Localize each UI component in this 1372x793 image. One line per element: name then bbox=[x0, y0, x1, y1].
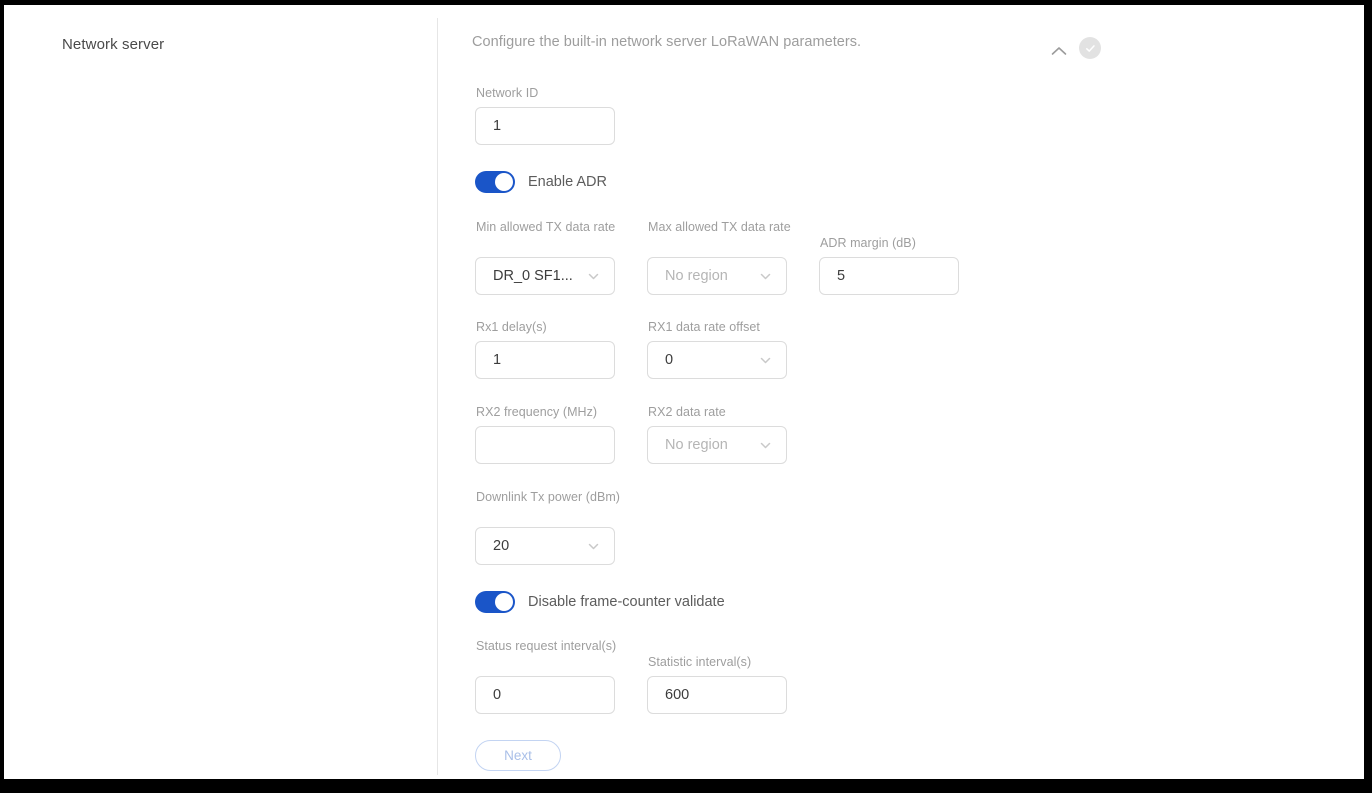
statistic-interval-input[interactable]: 600 bbox=[647, 676, 787, 714]
toggle-knob bbox=[495, 173, 513, 191]
field-downlink-tx-power: Downlink Tx power (dBm) 20 bbox=[475, 489, 625, 567]
status-request-interval-label: Status request interval(s) bbox=[476, 639, 617, 653]
min-tx-data-rate-label: Min allowed TX data rate bbox=[476, 220, 616, 234]
rx1-delay-input[interactable]: 1 bbox=[475, 341, 615, 379]
field-max-tx-data-rate: Max allowed TX data rate No region bbox=[647, 219, 797, 297]
collapse-section-button[interactable] bbox=[1046, 38, 1072, 64]
field-status-request-interval: Status request interval(s) 0 bbox=[475, 638, 625, 716]
section-description: Configure the built-in network server Lo… bbox=[472, 34, 862, 50]
next-button[interactable]: Next bbox=[475, 740, 561, 771]
enable-adr-row: Enable ADR bbox=[475, 171, 735, 195]
rx2-data-rate-label: RX2 data rate bbox=[648, 405, 726, 419]
rx2-data-rate-select[interactable]: No region bbox=[647, 426, 787, 464]
screen-frame: Network server Configure the built-in ne… bbox=[0, 0, 1372, 793]
adr-margin-input[interactable]: 5 bbox=[819, 257, 959, 295]
chevron-down-icon bbox=[760, 273, 771, 280]
status-request-interval-value: 0 bbox=[493, 687, 502, 703]
rx1-delay-label: Rx1 delay(s) bbox=[476, 320, 547, 334]
rx1-data-rate-offset-label: RX1 data rate offset bbox=[648, 320, 760, 334]
disable-frame-counter-toggle[interactable] bbox=[475, 591, 515, 613]
field-rx1-data-rate-offset: RX1 data rate offset 0 bbox=[647, 319, 807, 381]
field-rx2-data-rate: RX2 data rate No region bbox=[647, 404, 797, 466]
field-adr-margin: ADR margin (dB) 5 bbox=[819, 235, 969, 297]
rx2-frequency-label: RX2 frequency (MHz) bbox=[476, 405, 598, 419]
chevron-down-icon bbox=[760, 442, 771, 449]
statistic-interval-value: 600 bbox=[665, 687, 690, 703]
network-id-label: Network ID bbox=[476, 86, 539, 100]
statistic-interval-label: Statistic interval(s) bbox=[648, 655, 752, 669]
sidebar-panel: Network server bbox=[4, 5, 438, 779]
min-tx-data-rate-value: DR_0 SF1... bbox=[493, 268, 573, 284]
check-circle-icon bbox=[1085, 44, 1095, 52]
chevron-up-icon bbox=[1051, 47, 1067, 55]
section-header: Configure the built-in network server Lo… bbox=[438, 34, 1364, 64]
downlink-tx-power-value: 20 bbox=[493, 538, 510, 554]
disable-frame-counter-row: Disable frame-counter validate bbox=[475, 591, 835, 615]
chevron-down-icon bbox=[588, 273, 599, 280]
page-title: Network server bbox=[62, 36, 165, 53]
disable-frame-counter-label: Disable frame-counter validate bbox=[528, 594, 725, 610]
max-tx-data-rate-value: No region bbox=[665, 268, 728, 284]
status-request-interval-input[interactable]: 0 bbox=[475, 676, 615, 714]
field-network-id: Network ID 1 bbox=[475, 85, 625, 147]
field-rx1-delay: Rx1 delay(s) 1 bbox=[475, 319, 625, 381]
page-root: Network server Configure the built-in ne… bbox=[4, 5, 1364, 779]
settings-form-panel: Configure the built-in network server Lo… bbox=[438, 5, 1364, 779]
rx1-data-rate-offset-value: 0 bbox=[665, 352, 674, 368]
field-rx2-frequency: RX2 frequency (MHz) bbox=[475, 404, 635, 466]
enable-adr-toggle[interactable] bbox=[475, 171, 515, 193]
field-statistic-interval: Statistic interval(s) 600 bbox=[647, 654, 797, 716]
downlink-tx-power-label: Downlink Tx power (dBm) bbox=[476, 490, 621, 504]
max-tx-data-rate-select[interactable]: No region bbox=[647, 257, 787, 295]
rx1-delay-value: 1 bbox=[493, 352, 502, 368]
network-id-input[interactable]: 1 bbox=[475, 107, 615, 145]
toggle-knob bbox=[495, 593, 513, 611]
enable-adr-label: Enable ADR bbox=[528, 174, 607, 190]
downlink-tx-power-select[interactable]: 20 bbox=[475, 527, 615, 565]
adr-margin-label: ADR margin (dB) bbox=[820, 236, 916, 250]
max-tx-data-rate-label: Max allowed TX data rate bbox=[648, 220, 791, 234]
chevron-down-icon bbox=[760, 357, 771, 364]
rx2-frequency-input[interactable] bbox=[475, 426, 615, 464]
min-tx-data-rate-select[interactable]: DR_0 SF1... bbox=[475, 257, 615, 295]
field-min-tx-data-rate: Min allowed TX data rate DR_0 SF1... bbox=[475, 219, 625, 297]
rx2-data-rate-value: No region bbox=[665, 437, 728, 453]
adr-margin-value: 5 bbox=[837, 268, 846, 284]
network-id-value: 1 bbox=[493, 118, 502, 134]
status-badge bbox=[1079, 37, 1101, 59]
rx1-data-rate-offset-select[interactable]: 0 bbox=[647, 341, 787, 379]
chevron-down-icon bbox=[588, 543, 599, 550]
